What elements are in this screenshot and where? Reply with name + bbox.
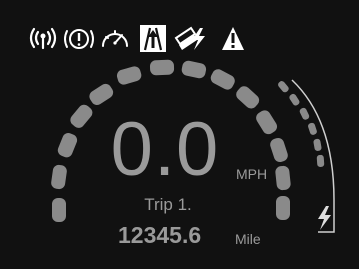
trip-distance: 12345.6: [118, 222, 202, 248]
charge-segment: [278, 81, 289, 93]
gauge-segment: [276, 196, 290, 220]
lightning-bolt-icon: [318, 206, 331, 230]
gauge-segment: [256, 110, 278, 135]
gauge-segment: [210, 69, 235, 90]
charge-segment: [316, 154, 325, 167]
gauge-segment: [181, 60, 207, 79]
speed-readout: 0.0: [110, 107, 220, 192]
charge-segment: [299, 107, 310, 120]
gauge-segment: [52, 198, 66, 222]
gauge-segment: [275, 165, 291, 191]
gauge-segment: [89, 83, 114, 105]
charge-segment: [313, 138, 322, 151]
gauge-segment: [57, 133, 78, 158]
gauge-segment: [149, 59, 175, 76]
gauge-segment: [51, 164, 67, 190]
gauge-segment: [236, 86, 260, 109]
trip-label: Trip 1.: [144, 195, 192, 214]
dashboard-screen: 0.0 MPH Trip 1. 12345.6 Mile: [0, 0, 359, 269]
trip-distance-unit: Mile: [235, 231, 261, 247]
gauge-segment: [116, 66, 142, 85]
charge-segment: [289, 93, 300, 106]
charge-segment: [308, 122, 317, 135]
speed-unit: MPH: [236, 166, 268, 182]
gauge-segment: [270, 137, 288, 163]
